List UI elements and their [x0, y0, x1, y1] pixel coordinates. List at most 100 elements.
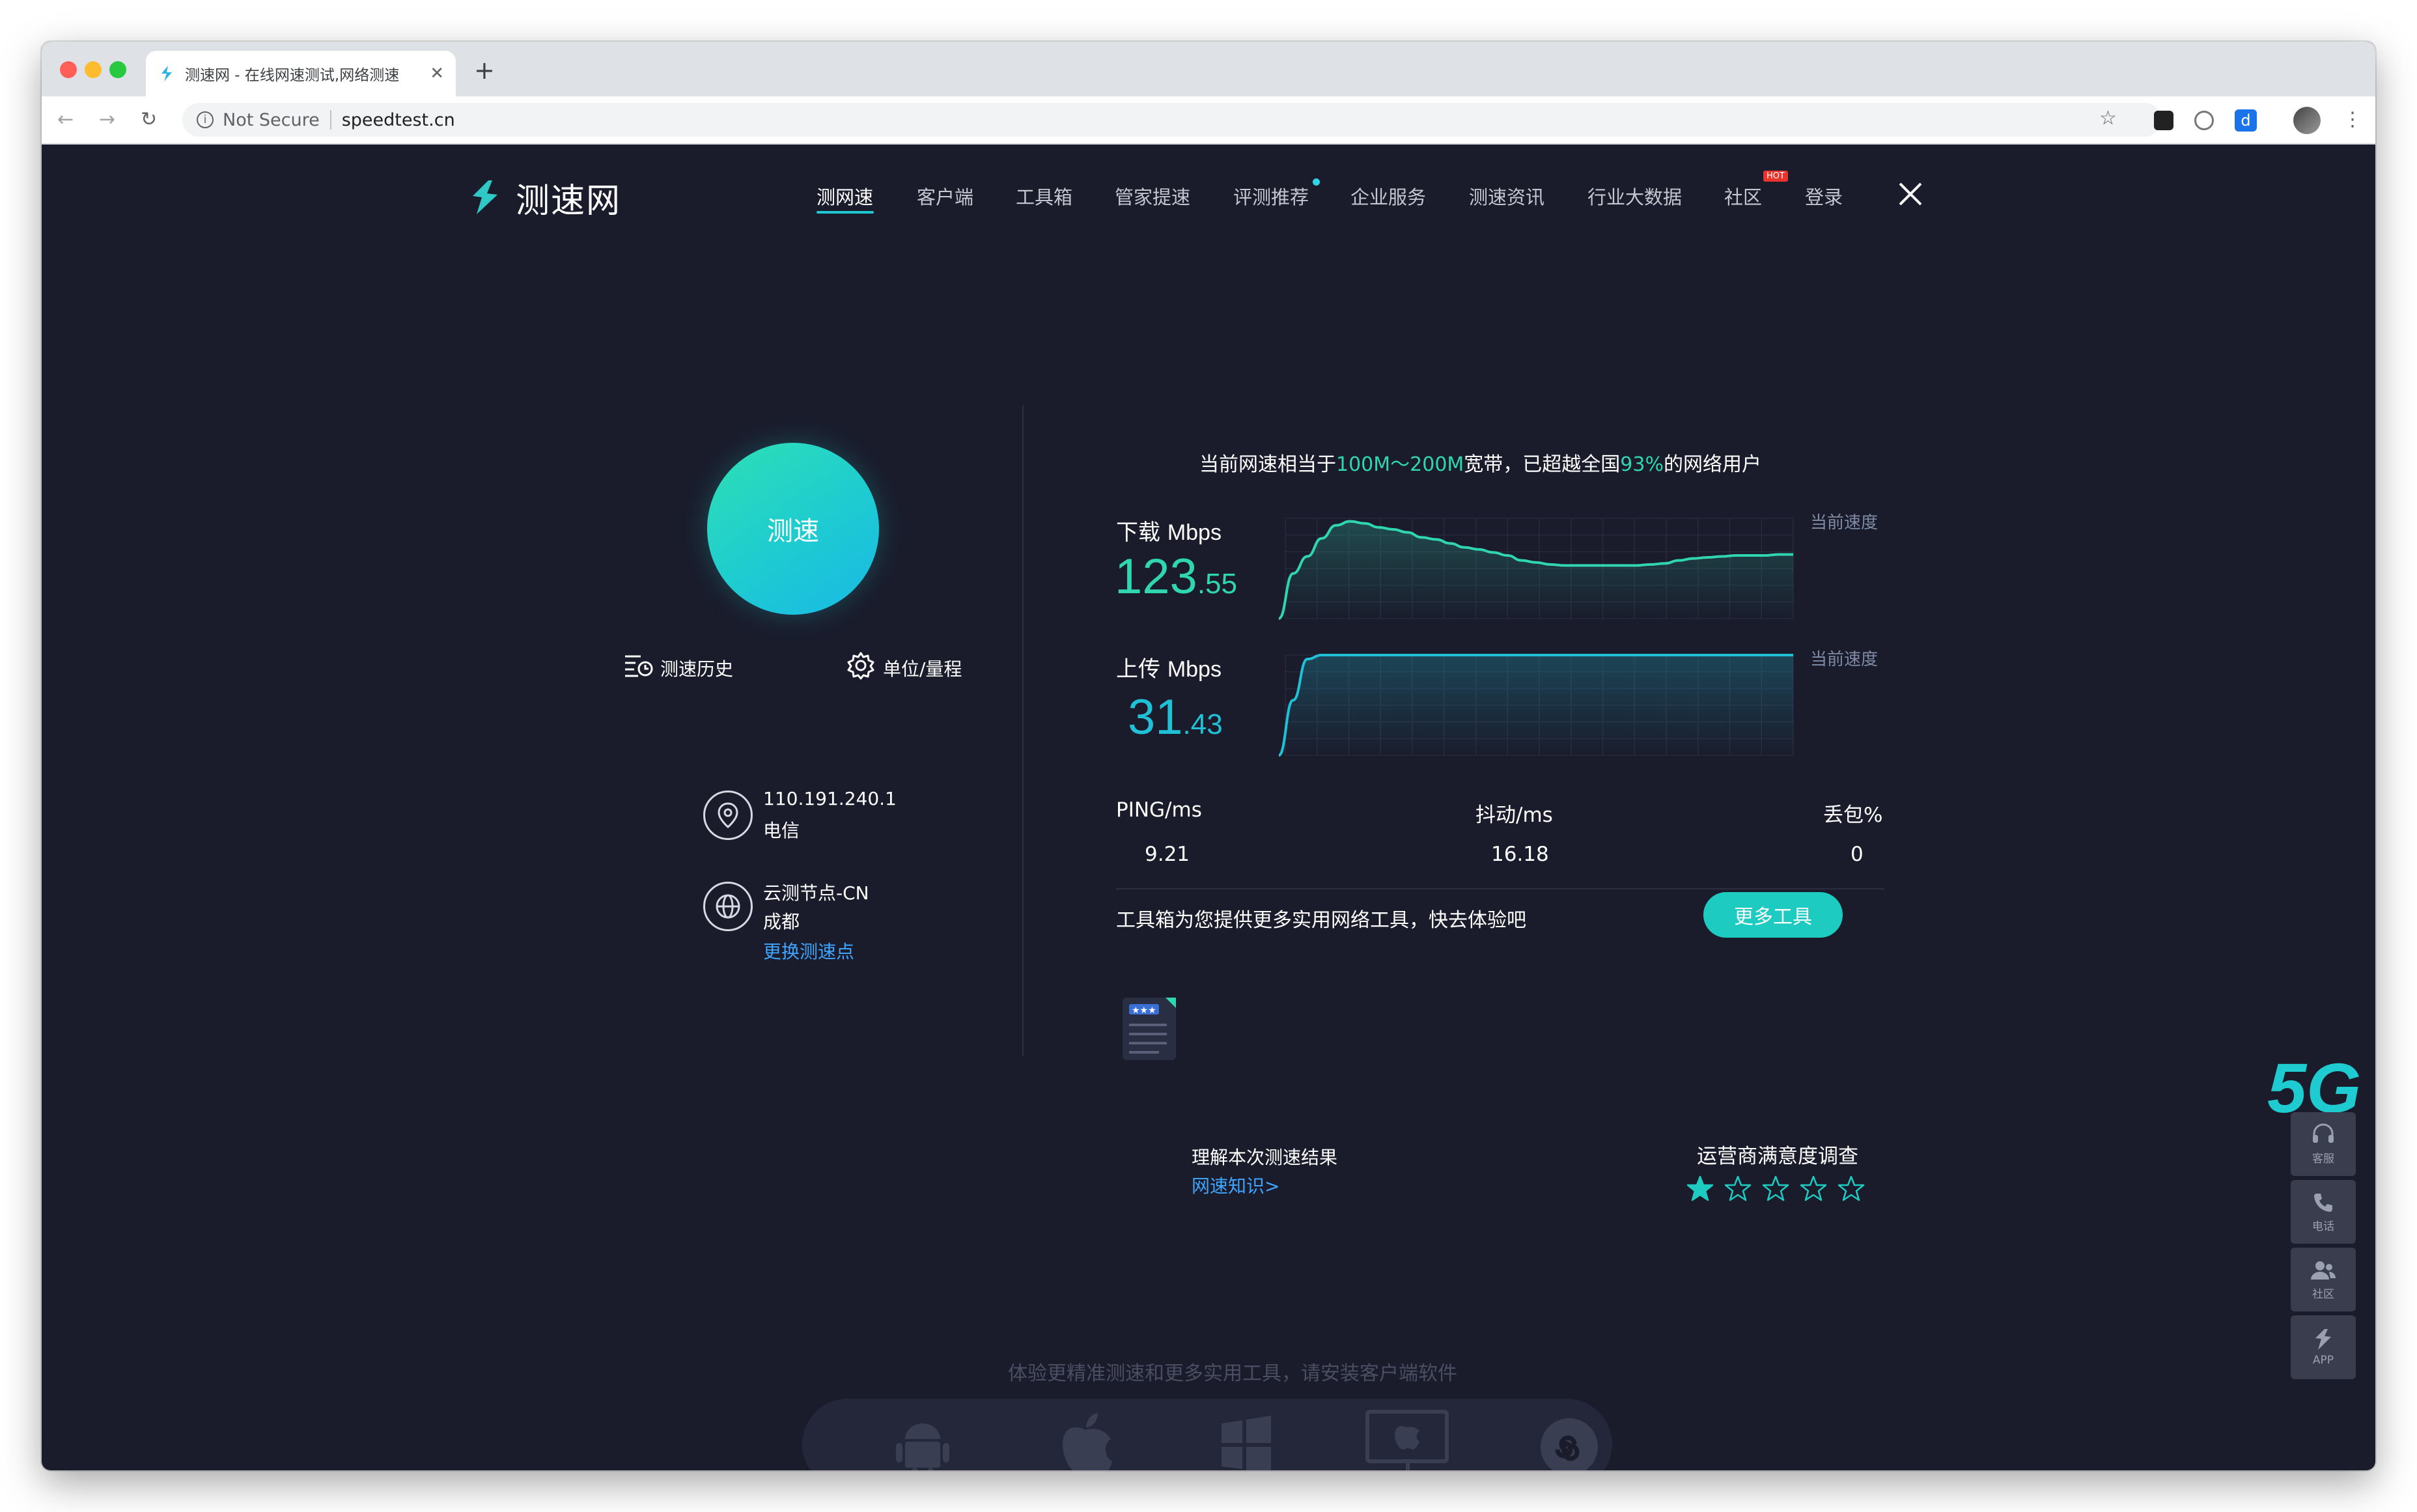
- phone-label: 电话: [2312, 1220, 2334, 1233]
- community-button[interactable]: 社区: [2291, 1248, 2356, 1311]
- nav-item-toolbox[interactable]: 工具箱: [1016, 182, 1072, 210]
- tools-promo-text: 工具箱为您提供更多实用网络工具，快去体验吧: [1116, 909, 1526, 932]
- close-window-button[interactable]: [60, 61, 77, 78]
- tab-strip: 测速网 - 在线网速测试,网络测速 ✕ +: [42, 42, 2375, 96]
- upload-speed: 31.43: [1128, 689, 1223, 746]
- extension-icon[interactable]: [2154, 111, 2173, 130]
- location-pin-icon: [703, 791, 753, 840]
- customer-service-button[interactable]: 客服: [2291, 1112, 2356, 1176]
- node-city: 成都: [763, 911, 800, 932]
- upload-title: 上传: [1116, 656, 1160, 682]
- windows-icon[interactable]: [1219, 1414, 1274, 1470]
- isp-name: 电信: [763, 820, 800, 841]
- menu-icon[interactable]: ⋮: [2343, 108, 2362, 132]
- download-legend: 当前速度: [1810, 513, 1879, 533]
- star-icon[interactable]: [1800, 1175, 1827, 1202]
- phone-icon: [2314, 1193, 2332, 1212]
- reload-icon[interactable]: ↻: [141, 108, 157, 132]
- rating-stars: [1686, 1175, 1865, 1202]
- mac-desktop-icon[interactable]: [1365, 1409, 1449, 1470]
- close-icon[interactable]: [1897, 181, 1923, 207]
- nav-item-big-data[interactable]: 行业大数据: [1587, 182, 1682, 210]
- new-tab-button[interactable]: +: [474, 56, 495, 85]
- more-tools-button[interactable]: 更多工具: [1703, 892, 1843, 938]
- info-icon[interactable]: i: [197, 111, 214, 128]
- history-icon: [625, 655, 653, 677]
- headset-icon: [2313, 1123, 2334, 1143]
- svg-text:★★★: ★★★: [1132, 1005, 1156, 1016]
- summary-text: 的网络用户: [1663, 453, 1761, 476]
- star-icon[interactable]: [1762, 1175, 1789, 1202]
- upload-speed-area: [1279, 655, 1793, 755]
- app-button[interactable]: APP: [2291, 1315, 2356, 1379]
- units-link[interactable]: 单位/量程: [883, 655, 962, 681]
- speed-summary: 当前网速相当于100M～200M宽带，已超越全国93%的网络用户: [1199, 448, 1761, 477]
- nav-item-client[interactable]: 客户端: [917, 182, 973, 210]
- nav-item-news[interactable]: 测速资讯: [1469, 182, 1544, 210]
- change-node-link[interactable]: 更换测速点: [763, 938, 854, 964]
- customer-service-label: 客服: [2312, 1152, 2334, 1166]
- logo-text: 测速网: [516, 182, 622, 221]
- star-icon[interactable]: [1724, 1175, 1752, 1202]
- nav-item-reviews[interactable]: 评测推荐: [1233, 182, 1309, 210]
- star-icon[interactable]: [1837, 1175, 1865, 1202]
- address-bar[interactable]: i Not Secure speedtest.cn: [182, 103, 2162, 137]
- tab-title: 测速网 - 在线网速测试,网络测速: [185, 67, 400, 84]
- nav-active-indicator: [817, 211, 874, 214]
- summary-percent: 93%: [1620, 453, 1664, 476]
- footer-text: 体验更精准测速和更多实用工具，请安装客户端软件: [1008, 1362, 1457, 1385]
- nav-item-speed-test[interactable]: 测网速: [817, 182, 873, 210]
- upload-chart: [1279, 654, 1794, 757]
- loss-value: 0: [1851, 843, 1864, 866]
- upload-speed-dec: .43: [1182, 708, 1223, 740]
- nav-item-community[interactable]: 社区: [1724, 182, 1762, 210]
- page-content: 测速网 测网速 客户端 工具箱 管家提速 评测推荐 企业服务 测速资讯 行业大数…: [42, 145, 2375, 1470]
- upload-speed-int: 31: [1128, 690, 1183, 745]
- ping-value: 9.21: [1145, 843, 1190, 866]
- mini-program-icon[interactable]: [1538, 1416, 1600, 1470]
- logo-icon: [473, 180, 497, 214]
- browser-window: 测速网 - 在线网速测试,网络测速 ✕ + ← → ↻ i Not Secure…: [42, 42, 2375, 1470]
- security-label: Not Secure: [223, 109, 320, 130]
- upload-unit: Mbps: [1167, 657, 1222, 682]
- browser-toolbar: ← → ↻ i Not Secure speedtest.cn ☆ d ⋮: [42, 96, 2375, 145]
- extension-icon[interactable]: [2194, 111, 2214, 130]
- gear-icon: [847, 652, 874, 680]
- history-link[interactable]: 测速历史: [660, 655, 733, 681]
- star-icon[interactable]: [1686, 1175, 1714, 1202]
- close-tab-icon[interactable]: ✕: [430, 64, 444, 83]
- avatar[interactable]: [2293, 107, 2321, 134]
- upload-legend: 当前速度: [1810, 650, 1879, 669]
- jitter-value: 16.18: [1491, 843, 1549, 866]
- report-icon: ★★★: [1123, 998, 1176, 1060]
- community-label: 社区: [2312, 1287, 2334, 1301]
- globe-icon: [703, 882, 753, 931]
- test-node: 云测节点-CN: [763, 882, 869, 904]
- phone-button[interactable]: 电话: [2291, 1180, 2356, 1244]
- upload-label: 上传 Mbps: [1116, 651, 1222, 683]
- minimize-window-button[interactable]: [85, 61, 102, 78]
- summary-bandwidth: 100M～200M: [1336, 453, 1464, 476]
- app-logo-icon: [2315, 1329, 2331, 1350]
- knowledge-link[interactable]: 网速知识>: [1192, 1172, 1279, 1198]
- start-test-button[interactable]: 测速: [707, 443, 879, 615]
- site-logo[interactable]: 测速网: [465, 173, 621, 222]
- ip-address: 110.191.240.1: [763, 788, 897, 809]
- nav-item-enterprise[interactable]: 企业服务: [1350, 182, 1426, 210]
- back-icon[interactable]: ←: [57, 108, 74, 132]
- start-test-label: 测速: [767, 516, 819, 546]
- bookmark-star-icon[interactable]: ☆: [2099, 107, 2117, 130]
- nav-item-login[interactable]: 登录: [1805, 182, 1843, 210]
- nav-item-boost[interactable]: 管家提速: [1115, 182, 1190, 210]
- stats-divider: [1116, 888, 1884, 889]
- android-icon[interactable]: [893, 1413, 952, 1470]
- forward-icon[interactable]: →: [99, 108, 115, 132]
- download-speed-area: [1279, 521, 1793, 619]
- browser-tab[interactable]: 测速网 - 在线网速测试,网络测速 ✕: [146, 51, 456, 96]
- download-title: 下载: [1116, 520, 1160, 546]
- new-dot-badge: [1313, 178, 1320, 186]
- apple-icon[interactable]: [1057, 1408, 1112, 1470]
- zoom-window-button[interactable]: [109, 61, 126, 78]
- loss-label: 丢包%: [1823, 804, 1883, 827]
- extension-icon[interactable]: d: [2235, 109, 2257, 132]
